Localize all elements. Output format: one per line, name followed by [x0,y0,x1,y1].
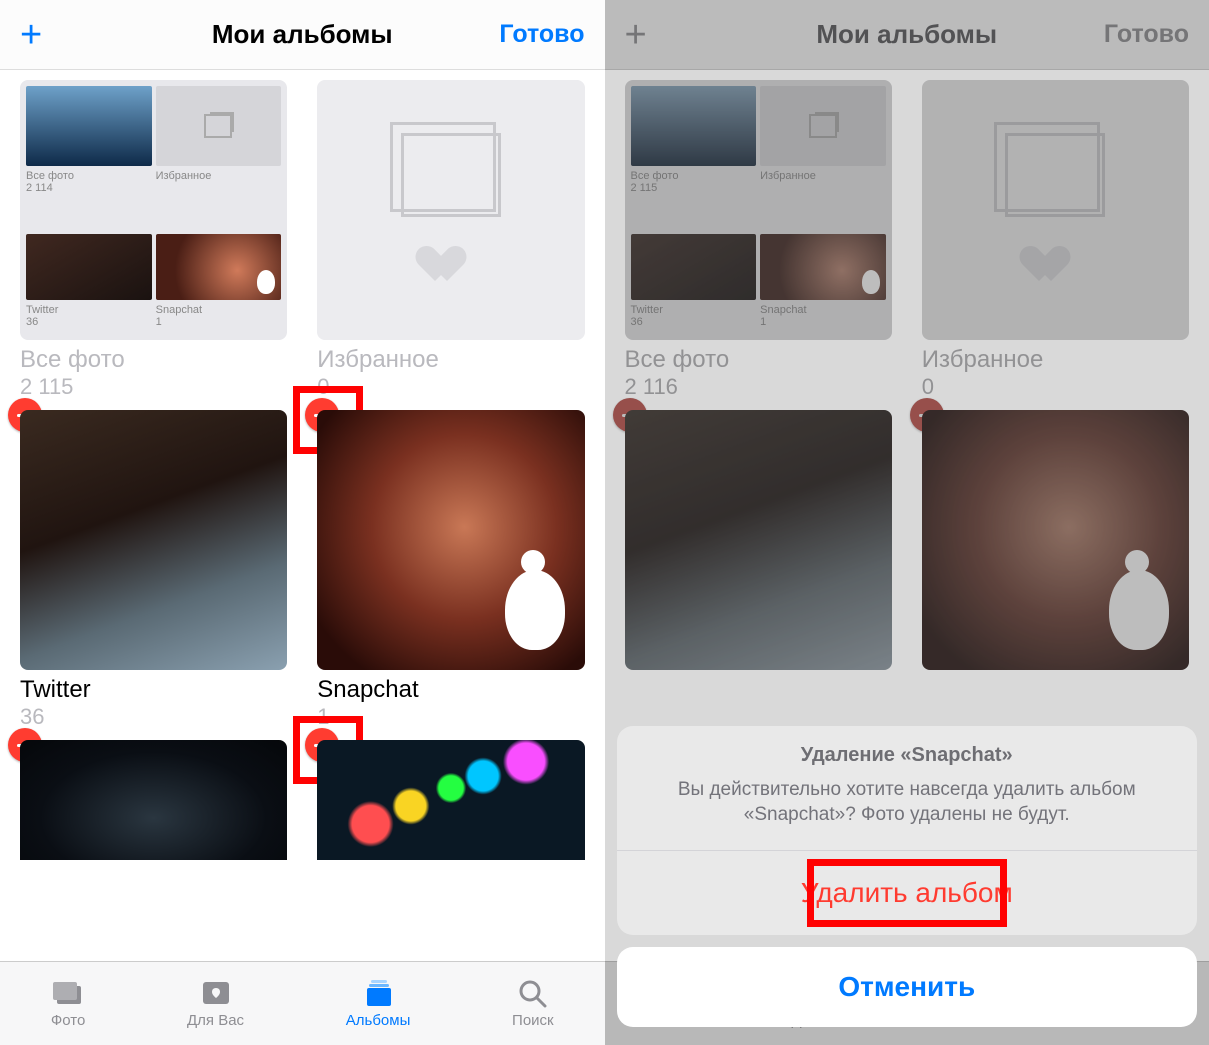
page-title: Мои альбомы [816,19,997,50]
album-count: 2 116 [625,374,892,400]
album-favorites[interactable]: Избранное 0 [317,80,584,400]
album-title: Все фото [20,346,287,374]
heart-icon [431,247,471,287]
album-title: Twitter [20,676,287,704]
heart-icon [1035,247,1075,287]
album-cover: Все фото2 114 Избранное Twitter36 Snapch… [20,80,287,340]
album-cover [317,80,584,340]
delete-album-button[interactable]: Удалить альбом [617,851,1198,935]
done-button[interactable]: Готово [1104,20,1189,49]
album-title: Избранное [317,346,584,374]
album-count: 0 [922,374,1189,400]
album-cover [922,80,1189,340]
album-cover [20,740,287,860]
tab-search[interactable]: Поиск [512,978,554,1029]
album-title: Snapchat [317,676,584,704]
tab-foryou[interactable]: Для Вас [187,978,244,1029]
page-title: Мои альбомы [212,19,393,50]
album-cover [922,410,1189,670]
album-generic-1[interactable] [20,740,287,860]
album-all-photos[interactable]: Все фото2 114 Избранное Twitter36 Snapch… [20,80,287,400]
album-cover: Все фото2 115 Избранное Twitter36 Snapch… [625,80,892,340]
action-sheet-header: Удаление «Snapchat» Вы действительно хот… [617,726,1198,851]
album-cover [317,410,584,670]
albums-content: Все фото2 114 Избранное Twitter36 Snapch… [0,70,605,961]
nav-bar: + Мои альбомы Готово [0,0,605,70]
album-title: Все фото [625,346,892,374]
album-generic-2[interactable] [317,740,584,860]
tab-bar: Фото Для Вас Альбомы Поиск [0,961,605,1045]
album-cover [20,410,287,670]
album-cover [625,410,892,670]
action-sheet: Удаление «Snapchat» Вы действительно хот… [605,716,1209,1045]
add-button[interactable]: + [20,16,42,54]
album-count: 0 [317,374,584,400]
tab-photos[interactable]: Фото [51,978,85,1029]
done-button[interactable]: Готово [499,20,584,49]
album-count: 2 115 [20,374,287,400]
album-snapchat[interactable]: Snapchat 1 [317,410,584,730]
album-count: 1 [317,704,584,730]
tab-albums[interactable]: Альбомы [346,978,411,1029]
cancel-button[interactable]: Отменить [617,947,1198,1027]
album-all-photos[interactable]: Все фото2 115 Избранное Twitter36 Snapch… [625,80,892,400]
album-count: 36 [20,704,287,730]
album-snapchat[interactable] [922,410,1189,670]
action-sheet-message: Вы действительно хотите навсегда удалить… [637,777,1178,828]
screen-right: + Мои альбомы Готово Все фото2 115 Избра… [605,0,1209,1045]
album-favorites[interactable]: Избранное 0 [922,80,1189,400]
album-cover [317,740,584,860]
add-button[interactable]: + [625,16,647,54]
album-title: Избранное [922,346,1189,374]
nav-bar: + Мои альбомы Готово [605,0,1209,70]
album-twitter[interactable]: Twitter 36 [20,410,287,730]
album-twitter[interactable] [625,410,892,670]
action-sheet-title: Удаление «Snapchat» [637,744,1178,767]
screen-left: + Мои альбомы Готово Все фото2 114 Избра… [0,0,605,1045]
